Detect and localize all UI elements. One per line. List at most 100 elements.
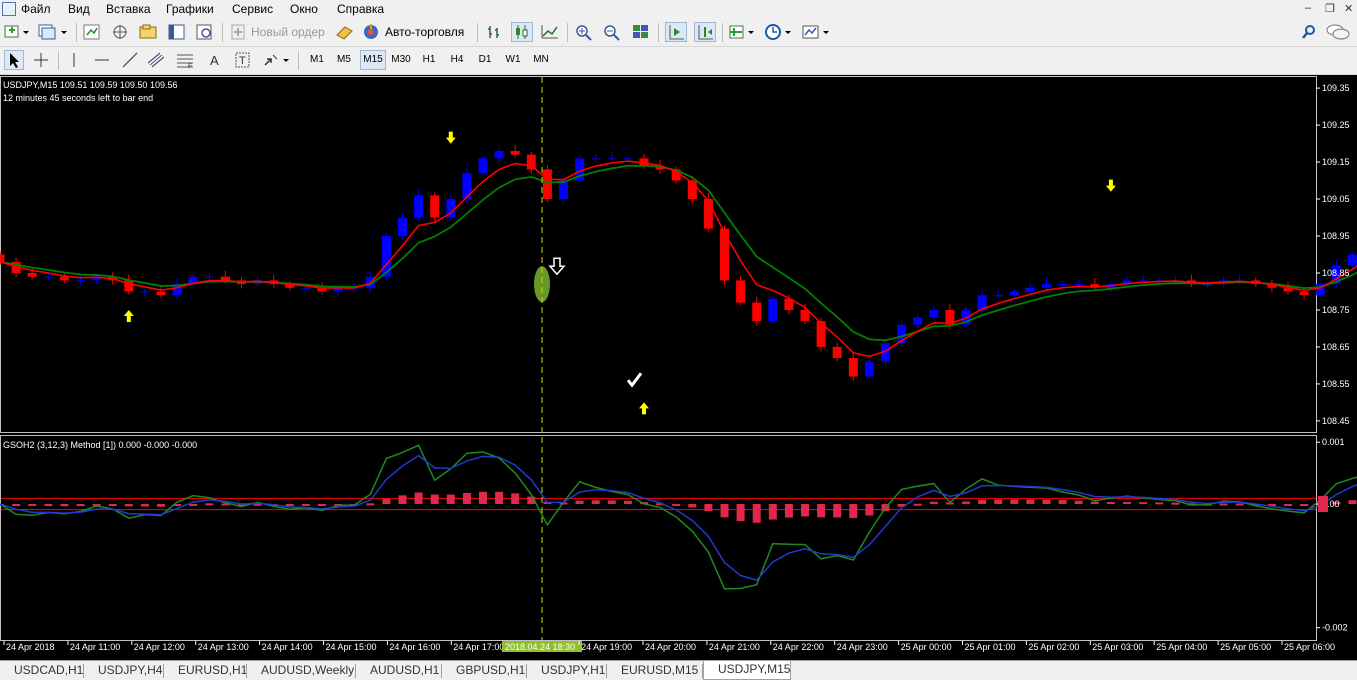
timeframe-mn[interactable]: MN — [529, 50, 553, 70]
strategy-tester-icon[interactable] — [195, 22, 215, 42]
line-chart-icon[interactable] — [540, 22, 560, 42]
menu-window[interactable]: Окно — [290, 2, 318, 16]
timeframe-m15[interactable]: M15 — [360, 50, 386, 70]
candle-body — [703, 199, 713, 229]
histogram-bar — [479, 491, 487, 504]
menu-bar: Файл Вид Вставка Графики Сервис Окно Спр… — [0, 0, 1357, 19]
fibonacci-icon[interactable]: F — [175, 50, 197, 70]
timeframe-m5[interactable]: M5 — [332, 50, 356, 70]
timeframe-m1[interactable]: M1 — [305, 50, 329, 70]
histogram-bar — [495, 491, 504, 504]
chart-tab-usdjpy-m15[interactable]: USDJPY,M15 — [703, 661, 791, 680]
symbol-info: USDJPY,M15 109.51 109.59 109.50 109.56 — [3, 80, 177, 90]
menu-file[interactable]: Файл — [21, 2, 51, 16]
candle-body — [1058, 284, 1068, 286]
buy-arrow — [639, 402, 649, 415]
indicator-value-label: 0.001 — [1322, 437, 1345, 447]
search-icon[interactable] — [1301, 22, 1317, 42]
chart-window[interactable]: 109.35 109.25 109.15 109.05 108.95 108.85 108.… — [0, 75, 1357, 660]
text-icon[interactable]: A — [207, 50, 223, 70]
histogram-bar — [60, 504, 69, 507]
buy-arrow — [123, 309, 134, 322]
chart-tab-eurusd-h1[interactable]: EURUSD,H1 — [164, 662, 247, 679]
auto-scroll-icon[interactable] — [665, 22, 687, 42]
price-label: 109.05 — [1322, 194, 1350, 204]
market-watch-icon[interactable] — [82, 22, 102, 42]
crosshair-icon[interactable] — [31, 50, 51, 70]
terminal-icon[interactable] — [138, 22, 160, 42]
close-icon[interactable]: ✕ — [1344, 2, 1353, 15]
chart-tab-gbpusd-h1[interactable]: GBPUSD,H1 — [442, 662, 527, 679]
profiles-icon[interactable] — [38, 22, 68, 42]
price-label: 108.85 — [1322, 268, 1350, 278]
chart-tab-usdjpy-h1[interactable]: USDJPY,H1 — [527, 662, 607, 679]
auto-trading-button[interactable]: Авто-торговля — [362, 22, 464, 42]
time-label: 24 Apr 16:00 — [389, 642, 440, 652]
histogram-bar — [414, 492, 423, 504]
histogram-bar — [768, 504, 777, 520]
templates-icon[interactable] — [801, 22, 831, 42]
chart-tab-audusd-h1[interactable]: AUDUSD,H1 — [356, 662, 442, 679]
meta-editor-icon[interactable] — [335, 22, 355, 42]
new-chart-icon[interactable] — [4, 22, 30, 42]
menu-insert[interactable]: Вставка — [106, 2, 151, 16]
candle-body — [993, 295, 1003, 297]
menu-charts[interactable]: Графики — [166, 2, 214, 16]
chart-tab-audusd-weekly[interactable]: AUDUSD,Weekly — [247, 662, 356, 679]
zoom-in-icon[interactable] — [574, 22, 594, 42]
candle-body — [1299, 291, 1309, 296]
histogram-bar — [108, 504, 117, 506]
horizontal-line-icon[interactable] — [92, 50, 112, 70]
chart-tabs: USDCAD,H1 USDJPY,H4 EURUSD,H1 AUDUSD,Weekly… — [0, 660, 1357, 680]
menu-view[interactable]: Вид — [68, 2, 90, 16]
candle-body — [526, 154, 536, 170]
time-label: 24 Apr 15:00 — [326, 642, 377, 652]
histogram-bar — [1284, 504, 1292, 506]
app-icon[interactable] — [2, 2, 16, 16]
candle-body — [848, 358, 858, 377]
indicator-pane-frame — [0, 435, 1317, 641]
navigator-icon[interactable] — [110, 22, 130, 42]
chat-icon[interactable] — [1325, 22, 1351, 42]
periods-icon[interactable] — [764, 22, 794, 42]
equidistant-channel-icon[interactable] — [146, 50, 168, 70]
histogram-bar — [205, 503, 214, 506]
candle-body — [0, 254, 5, 262]
zoom-out-icon[interactable] — [602, 22, 622, 42]
trendline-icon[interactable] — [120, 50, 140, 70]
new-order-button[interactable]: Новый ордер — [230, 22, 325, 42]
candlestick-chart-icon[interactable] — [511, 22, 533, 42]
histogram-bar — [12, 504, 21, 506]
timeframe-m30[interactable]: M30 — [389, 50, 413, 70]
candle-body — [1074, 284, 1084, 286]
histogram-bar — [430, 494, 439, 504]
time-label: 24 Apr 20:00 — [645, 642, 696, 652]
text-label-icon[interactable]: T — [234, 50, 252, 70]
restore-icon[interactable]: ❐ — [1325, 2, 1335, 15]
tile-windows-icon[interactable] — [631, 22, 651, 42]
timeframe-w1[interactable]: W1 — [501, 50, 525, 70]
minimize-icon[interactable]: – — [1305, 2, 1311, 14]
chart-tab-usdcad-h1[interactable]: USDCAD,H1 — [0, 662, 84, 679]
data-window-icon[interactable] — [167, 22, 187, 42]
arrows-icon[interactable] — [262, 50, 292, 70]
bar-chart-icon[interactable] — [485, 22, 505, 42]
main-pane — [0, 131, 1357, 415]
histogram-bar — [1155, 502, 1164, 505]
menu-help[interactable]: Справка — [337, 2, 384, 16]
indicators-icon[interactable] — [728, 22, 758, 42]
histogram-bar — [607, 500, 616, 504]
chart-shift-icon[interactable] — [694, 22, 716, 42]
chart-tab-usdjpy-h4[interactable]: USDJPY,H4 — [84, 662, 164, 679]
candle-body — [414, 195, 424, 218]
timeframe-h1[interactable]: H1 — [417, 50, 441, 70]
candle-body — [832, 346, 842, 359]
cursor-icon[interactable] — [4, 50, 24, 70]
menu-tools[interactable]: Сервис — [232, 2, 273, 16]
timeframe-d1[interactable]: D1 — [473, 50, 497, 70]
chart-tab-eurusd-m15[interactable]: EURUSD,M15 — [607, 662, 703, 679]
vertical-line-icon[interactable] — [66, 50, 82, 70]
price-chart[interactable]: 109.35 109.25 109.15 109.05 108.95 108.85 108.… — [0, 75, 1357, 660]
candle-body — [59, 276, 69, 281]
timeframe-h4[interactable]: H4 — [445, 50, 469, 70]
